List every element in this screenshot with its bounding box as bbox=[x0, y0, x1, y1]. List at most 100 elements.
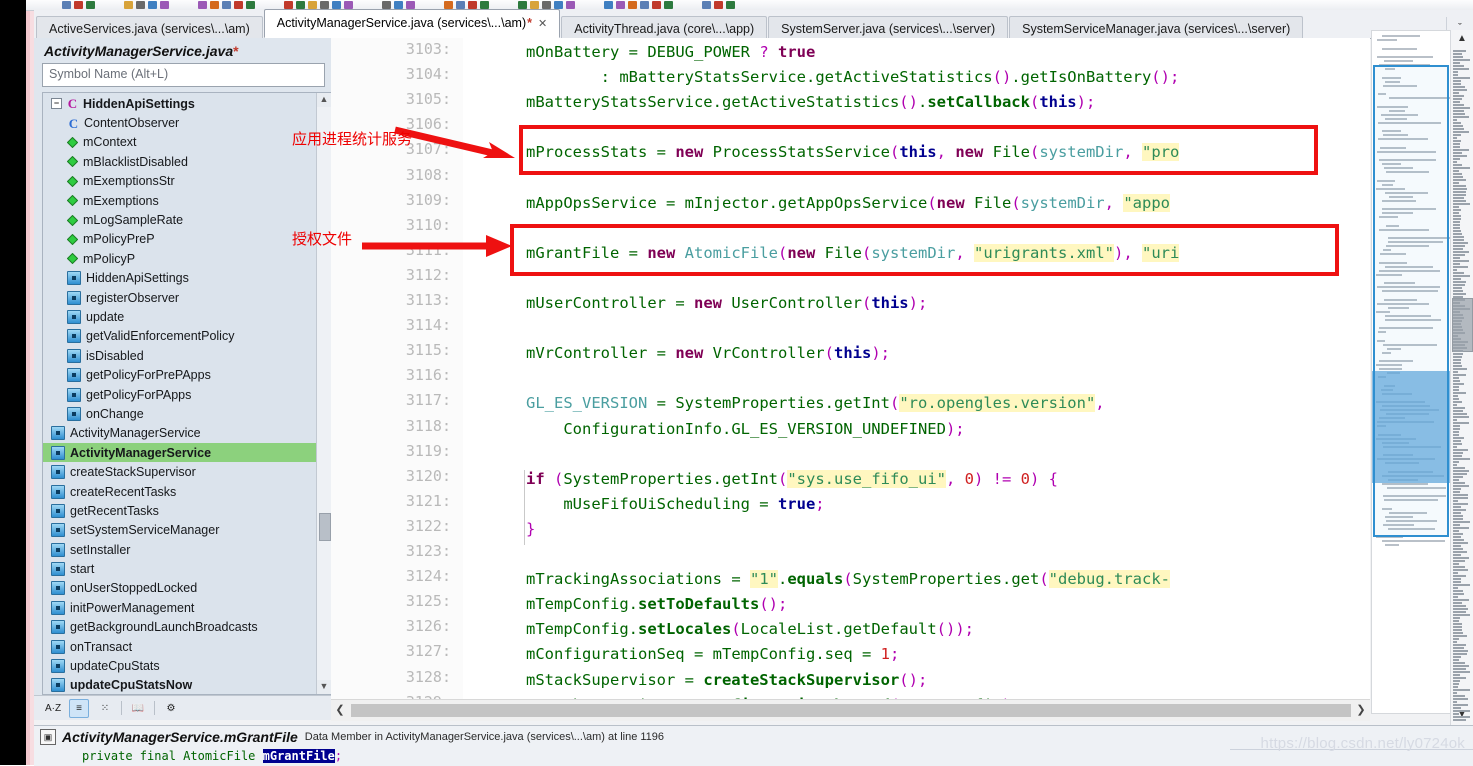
outline-item[interactable]: mPolicyP bbox=[43, 249, 317, 268]
toolbar-button-icon[interactable] bbox=[344, 1, 353, 9]
toolbar-button-icon[interactable] bbox=[604, 1, 613, 9]
outline-item[interactable]: ActivityManagerService bbox=[43, 443, 317, 463]
toolbar-button-icon[interactable] bbox=[480, 1, 489, 9]
toolbar-button-icon[interactable] bbox=[320, 1, 329, 9]
toolbar-group-7[interactable] bbox=[518, 1, 575, 9]
scroll-down-icon[interactable]: ▼ bbox=[317, 680, 331, 694]
outline-item[interactable]: registerObserver bbox=[43, 288, 317, 307]
toolbar-button-icon[interactable] bbox=[234, 1, 243, 9]
outline-item[interactable]: mContext bbox=[43, 133, 317, 152]
outline-item[interactable]: isDisabled bbox=[43, 346, 317, 365]
code-line[interactable]: GL_ES_VERSION = SystemProperties.getInt(… bbox=[526, 391, 1105, 416]
outline-item[interactable]: createRecentTasks bbox=[43, 482, 317, 501]
code-line[interactable]: mTempConfig.setLocales(LocaleList.getDef… bbox=[526, 617, 974, 642]
scroll-left-icon[interactable]: ❮ bbox=[333, 703, 347, 718]
toolbar-button-icon[interactable] bbox=[160, 1, 169, 9]
toolbar-button-icon[interactable] bbox=[566, 1, 575, 9]
outline-item[interactable]: updateCpuStats bbox=[43, 656, 317, 675]
editor-tab-active[interactable]: ActivityManagerService.java (services\..… bbox=[263, 9, 561, 38]
toolbar-button-icon[interactable] bbox=[702, 1, 711, 9]
toolbar-button-icon[interactable] bbox=[518, 1, 527, 9]
toolbar-button-icon[interactable] bbox=[284, 1, 293, 9]
toolbar-group-6[interactable] bbox=[444, 1, 489, 9]
minimap-viewport[interactable] bbox=[1373, 65, 1449, 537]
outline-item[interactable]: setSystemServiceManager bbox=[43, 521, 317, 540]
code-line[interactable]: if (SystemProperties.getInt("sys.use_fif… bbox=[526, 467, 1058, 492]
toolbar-button-icon[interactable] bbox=[222, 1, 231, 9]
toolbar-button-icon[interactable] bbox=[456, 1, 465, 9]
code-line[interactable]: mTempConfig.setToDefaults(); bbox=[526, 592, 787, 617]
toolbar-group-9[interactable] bbox=[702, 1, 735, 9]
toolbar-group-2[interactable] bbox=[124, 1, 169, 9]
outline-item[interactable]: mExemptionsStr bbox=[43, 172, 317, 191]
outline-item[interactable]: mBlacklistDisabled bbox=[43, 152, 317, 171]
code-line[interactable]: mOnBattery = DEBUG_POWER ? true bbox=[526, 40, 815, 65]
toolbar-button-icon[interactable] bbox=[714, 1, 723, 9]
outline-item[interactable]: HiddenApiSettings bbox=[43, 269, 317, 288]
toolbar-button-icon[interactable] bbox=[124, 1, 133, 9]
outline-item[interactable]: createStackSupervisor bbox=[43, 462, 317, 481]
code-line[interactable]: mUseFifoUiScheduling = true; bbox=[526, 492, 824, 517]
toolbar-button-icon[interactable] bbox=[308, 1, 317, 9]
toolbar-button-icon[interactable] bbox=[148, 1, 157, 9]
toolbar-button-icon[interactable] bbox=[210, 1, 219, 9]
code-minimap[interactable] bbox=[1371, 30, 1451, 714]
toolbar-button-icon[interactable] bbox=[542, 1, 551, 9]
outline-item[interactable]: onTransact bbox=[43, 637, 317, 656]
toolbar-button-icon[interactable] bbox=[530, 1, 539, 9]
outline-item[interactable]: ActivityManagerService bbox=[43, 424, 317, 443]
code-line[interactable]: mVrController = new VrController(this); bbox=[526, 341, 890, 366]
scrollbar-thumb[interactable] bbox=[319, 513, 331, 541]
toolbar-button-icon[interactable] bbox=[382, 1, 391, 9]
editor-horizontal-scrollbar[interactable]: ❮ ❯ bbox=[331, 699, 1370, 721]
outline-item[interactable]: getRecentTasks bbox=[43, 501, 317, 520]
toolbar-button-icon[interactable] bbox=[86, 1, 95, 9]
toolbar-button-icon[interactable] bbox=[136, 1, 145, 9]
show-documentation-icon[interactable]: 📖 bbox=[129, 700, 147, 717]
outline-item[interactable]: start bbox=[43, 559, 317, 578]
toolbar-button-icon[interactable] bbox=[246, 1, 255, 9]
outline-tree[interactable]: − C HiddenApiSettings C ContentObserver mCont… bbox=[43, 93, 317, 694]
overview-ruler[interactable]: ▲ ▼ bbox=[1450, 30, 1473, 742]
code-line[interactable]: mBatteryStatsService.getActiveStatistics… bbox=[526, 90, 1095, 115]
toolbar-group-4[interactable] bbox=[284, 1, 353, 9]
outline-item[interactable]: C ContentObserver bbox=[43, 113, 317, 132]
toolbar-button-icon[interactable] bbox=[394, 1, 403, 9]
toolbar-button-icon[interactable] bbox=[332, 1, 341, 9]
tree-collapse-icon[interactable]: − bbox=[51, 98, 62, 110]
code-line[interactable]: ConfigurationInfo.GL_ES_VERSION_UNDEFINE… bbox=[526, 417, 964, 442]
toolbar-button-icon[interactable] bbox=[628, 1, 637, 9]
code-line[interactable]: } bbox=[526, 517, 535, 542]
toolbar-button-icon[interactable] bbox=[296, 1, 305, 9]
code-line[interactable]: : mBatteryStatsService.getActiveStatisti… bbox=[526, 65, 1180, 90]
toolbar-button-icon[interactable] bbox=[62, 1, 71, 9]
toolbar-group-1[interactable] bbox=[62, 1, 95, 9]
toolbar-button-icon[interactable] bbox=[616, 1, 625, 9]
toolbar-group-8[interactable] bbox=[604, 1, 673, 9]
outline-item[interactable]: getBackgroundLaunchBroadcasts bbox=[43, 618, 317, 637]
sort-alphabetically-icon[interactable]: A·Z bbox=[44, 700, 62, 717]
code-line[interactable]: mStackSupervisor = createStackSupervisor… bbox=[526, 668, 927, 693]
outline-item[interactable]: update bbox=[43, 307, 317, 326]
toolbar-button-icon[interactable] bbox=[640, 1, 649, 9]
outline-item[interactable]: initPowerManagement bbox=[43, 598, 317, 617]
code-line[interactable]: mTrackingAssociations = "1".equals(Syste… bbox=[526, 567, 1170, 592]
outline-item[interactable]: getPolicyForPrePApps bbox=[43, 365, 317, 384]
toolbar-button-icon[interactable] bbox=[652, 1, 661, 9]
toolbar-button-icon[interactable] bbox=[74, 1, 83, 9]
symbol-search-input[interactable] bbox=[43, 64, 324, 84]
code-line[interactable]: mConfigurationSeq = mTempConfig.seq = 1; bbox=[526, 642, 899, 667]
outline-item[interactable]: mPolicyPreP bbox=[43, 230, 317, 249]
group-members-icon[interactable]: ≡ bbox=[69, 698, 89, 718]
toolbar-group-5[interactable] bbox=[382, 1, 415, 9]
code-line[interactable]: mUserController = new UserController(thi… bbox=[526, 291, 927, 316]
outline-item[interactable]: getValidEnforcementPolicy bbox=[43, 327, 317, 346]
filter-members-icon[interactable]: ⁙ bbox=[96, 700, 114, 717]
outline-item[interactable]: mExemptions bbox=[43, 191, 317, 210]
symbol-search-box[interactable] bbox=[42, 63, 325, 87]
toolbar-button-icon[interactable] bbox=[468, 1, 477, 9]
outline-item[interactable]: onChange bbox=[43, 404, 317, 423]
hscroll-thumb[interactable] bbox=[351, 704, 1351, 717]
scroll-up-icon[interactable]: ▲ bbox=[317, 93, 331, 107]
outline-item[interactable]: setInstaller bbox=[43, 540, 317, 559]
